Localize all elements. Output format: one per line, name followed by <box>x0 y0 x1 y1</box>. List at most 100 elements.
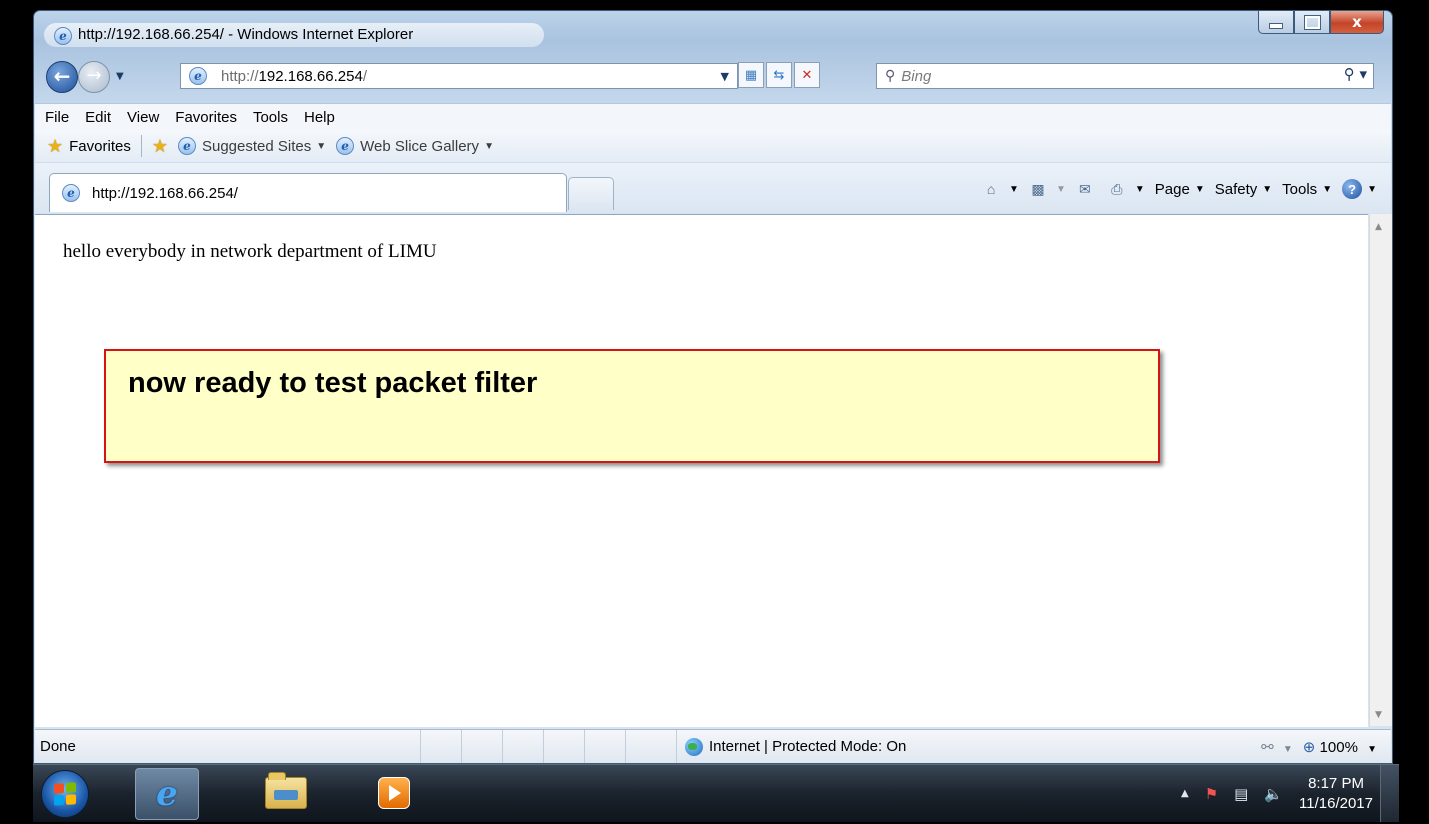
tab-ie-icon: e <box>62 184 80 202</box>
minimize-button[interactable] <box>1258 11 1294 34</box>
zoom-level: 100% <box>1319 738 1358 756</box>
minimize-icon <box>1269 23 1283 29</box>
status-right: ⚯ ▼ ⊕ 100% ▼ <box>1261 738 1377 756</box>
refresh-button[interactable]: ⇆ <box>766 62 792 88</box>
zoom-button[interactable]: ⊕ 100% ▼ <box>1303 738 1377 756</box>
folder-icon <box>265 772 307 809</box>
vertical-scrollbar[interactable]: ▲ ▼ <box>1369 214 1392 726</box>
search-box[interactable]: ⚲ Bing ⚲ ▾ <box>876 63 1374 89</box>
search-placeholder: Bing <box>901 67 932 85</box>
favorites-star-icon: ★ <box>47 135 64 156</box>
suggested-sites-icon: e <box>177 137 196 155</box>
zoom-dropdown-icon: ▼ <box>1367 743 1377 755</box>
menu-file[interactable]: File <box>35 109 77 126</box>
feeds-button[interactable]: ▩ ▼ <box>1029 181 1066 197</box>
tools-menu-button[interactable]: Tools ▼ <box>1282 181 1332 198</box>
favorites-bar: ★ Favorites ★ e Suggested Sites ▼ e Web … <box>35 130 1391 162</box>
home-icon: ⌂ <box>986 181 996 197</box>
caption-buttons: x <box>1258 11 1384 35</box>
internet-explorer-icon: e <box>156 774 178 814</box>
read-mail-button[interactable]: ✉ <box>1076 181 1098 197</box>
url-path: / <box>362 67 367 85</box>
scroll-down-icon[interactable]: ▼ <box>1375 710 1382 720</box>
show-hidden-icons-icon[interactable]: ▲ <box>1181 788 1189 799</box>
page-body-text: hello everybody in network department of… <box>63 241 437 262</box>
system-tray: ▲ ⚑ ▤ 🔈 8:17 PM 11/16/2017 <box>1181 765 1373 822</box>
status-cell <box>461 730 502 763</box>
clock[interactable]: 8:17 PM 11/16/2017 <box>1299 774 1373 814</box>
tools-menu-label: Tools <box>1282 180 1318 198</box>
mail-icon: ✉ <box>1078 180 1091 197</box>
suggested-sites-link[interactable]: e Suggested Sites ▼ <box>177 137 326 155</box>
print-dropdown-icon: ▼ <box>1134 183 1145 195</box>
print-button[interactable]: ⎙ ▼ <box>1108 181 1145 197</box>
new-tab-button[interactable] <box>568 177 614 210</box>
menu-tools[interactable]: Tools <box>245 109 296 126</box>
title-bar[interactable]: e http://192.168.66.254/ - Windows Inter… <box>34 11 1392 55</box>
scroll-up-icon[interactable]: ▲ <box>1375 222 1382 232</box>
taskbar-explorer-button[interactable] <box>255 768 317 818</box>
safety-dropdown-icon: ▼ <box>1262 183 1273 195</box>
tab-active[interactable]: e http://192.168.66.254/ <box>49 173 567 212</box>
status-cell <box>625 730 666 763</box>
forward-button[interactable]: → <box>78 61 110 93</box>
tools-dropdown-icon: ▼ <box>1322 183 1333 195</box>
favorites-label: Favorites <box>69 137 131 155</box>
volume-icon[interactable]: 🔈 <box>1264 785 1283 803</box>
window-title: http://192.168.66.254/ - Windows Interne… <box>78 26 414 43</box>
url-host: 192.168.66.254 <box>258 67 363 85</box>
status-cells <box>420 730 666 763</box>
compatibility-view-icon: ▦ <box>744 67 758 83</box>
address-tools: ▦ ⇆ ✕ <box>738 62 820 88</box>
protected-mode-button[interactable]: ⚯ ▼ <box>1261 738 1293 756</box>
home-dropdown-icon: ▼ <box>1009 183 1019 195</box>
bing-search-icon: ⚲ <box>885 68 896 84</box>
add-to-favorites-bar-icon[interactable]: ★ <box>152 136 168 157</box>
status-bar: Done Internet | Protected Mode: On ⚯ ▼ ⊕… <box>35 729 1391 763</box>
page-menu-button[interactable]: Page ▼ <box>1155 181 1205 198</box>
windows-logo-icon <box>54 782 76 806</box>
maximize-button[interactable] <box>1294 11 1330 34</box>
menu-edit[interactable]: Edit <box>77 109 119 126</box>
action-center-flag-icon[interactable]: ⚑ <box>1205 785 1218 803</box>
favorites-button[interactable]: ★ Favorites <box>35 136 131 157</box>
tab-label: http://192.168.66.254/ <box>92 184 238 202</box>
search-go-icon[interactable]: ⚲ ▾ <box>1344 65 1367 83</box>
menu-view[interactable]: View <box>119 109 167 126</box>
menu-favorites[interactable]: Favorites <box>167 109 245 126</box>
taskbar-ie-button[interactable]: e <box>135 768 199 820</box>
stop-button[interactable]: ✕ <box>794 62 820 88</box>
web-slice-gallery-link[interactable]: e Web Slice Gallery ▼ <box>336 137 494 155</box>
ie-logo-icon: e <box>54 27 72 45</box>
zoom-icon: ⊕ <box>1302 738 1316 756</box>
address-bar[interactable]: e http:// 192.168.66.254 / ▼ <box>180 63 738 89</box>
status-cell <box>502 730 543 763</box>
status-text: Done <box>40 738 76 755</box>
clock-time: 8:17 PM <box>1308 774 1364 792</box>
menu-help[interactable]: Help <box>296 109 343 126</box>
start-button[interactable] <box>41 770 89 818</box>
safety-menu-button[interactable]: Safety ▼ <box>1215 181 1272 198</box>
protected-mode-dropdown-icon: ▼ <box>1282 743 1293 755</box>
page-menu-label: Page <box>1154 180 1190 198</box>
taskbar-media-player-button[interactable] <box>363 768 425 818</box>
printer-icon: ⎙ <box>1111 180 1123 197</box>
back-button[interactable]: ← <box>46 61 78 93</box>
security-zone[interactable]: Internet | Protected Mode: On <box>676 730 1095 763</box>
internet-globe-icon <box>685 737 703 756</box>
media-player-icon <box>378 777 410 809</box>
home-button[interactable]: ⌂ ▼ <box>982 181 1019 197</box>
address-dropdown-icon[interactable]: ▼ <box>721 70 729 83</box>
page-dropdown-icon: ▼ <box>1194 183 1205 195</box>
web-slice-gallery-icon: e <box>336 137 355 155</box>
safety-menu-label: Safety <box>1214 180 1258 198</box>
clock-date: 11/16/2017 <box>1299 794 1373 812</box>
url-scheme: http:// <box>221 67 259 85</box>
close-button[interactable]: x <box>1330 11 1384 34</box>
network-icon[interactable]: ▤ <box>1234 785 1248 803</box>
help-menu-button[interactable]: ? ▼ <box>1342 179 1377 199</box>
show-desktop-button[interactable] <box>1380 765 1399 822</box>
suggested-sites-label: Suggested Sites <box>201 137 312 155</box>
recent-pages-dropdown-icon[interactable]: ▼ <box>116 71 124 82</box>
compatibility-view-button[interactable]: ▦ <box>738 62 764 88</box>
